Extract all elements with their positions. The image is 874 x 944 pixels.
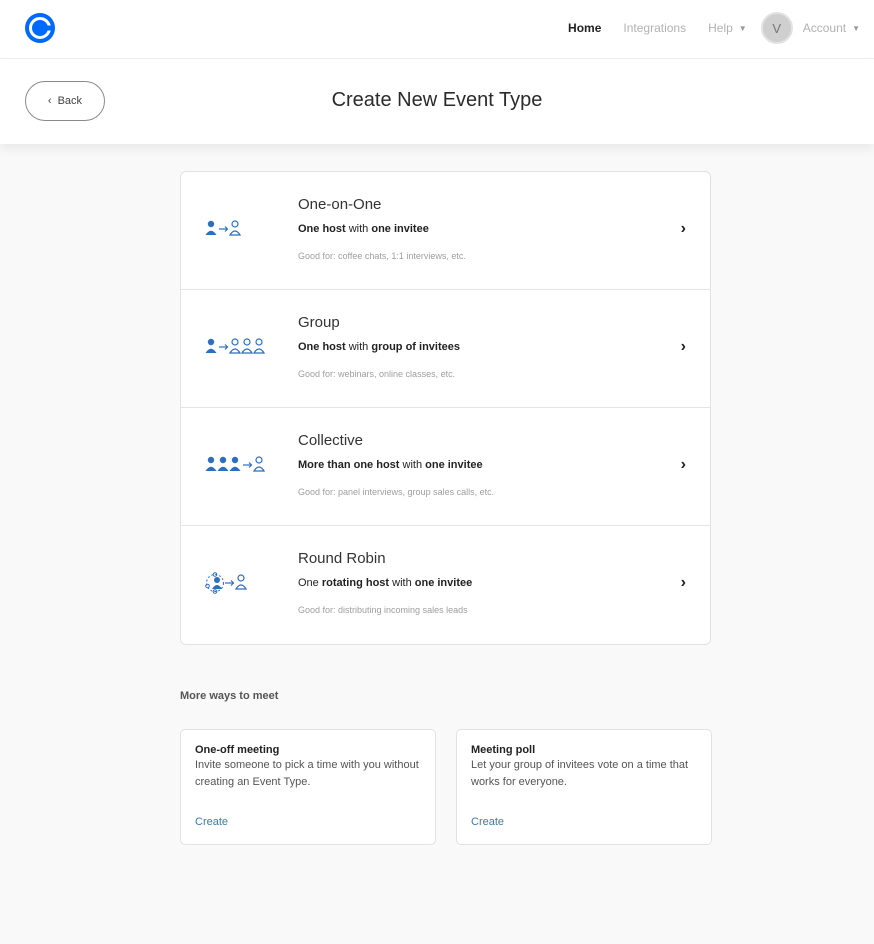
card-description: Invite someone to pick a time with you w… [195,759,419,788]
nav-account-menu[interactable]: Account ▼ [803,21,860,35]
event-type-round-robin[interactable]: Round Robin One rotating host with one i… [181,526,710,644]
caret-down-icon: ▼ [852,23,860,33]
event-type-good-for: Good for: coffee chats, 1:1 interviews, … [298,251,466,261]
card-description: Let your group of invitees vote on a tim… [471,759,689,788]
caret-down-icon: ▼ [738,23,747,33]
event-type-name: Collective [298,432,364,449]
event-type-name: Group [298,314,340,331]
chevron-right-icon: › [680,574,686,591]
card-title: One-off meeting [195,744,280,756]
chevron-right-icon: › [680,220,686,237]
nav-help-menu[interactable]: Help ▼ [708,21,747,35]
one-off-meeting-card: One-off meeting Invite someone to pick a… [180,729,436,845]
page-header: ‹ Back Create New Event Type [0,58,874,144]
event-type-description: More than one host with one invitee [298,459,483,471]
nav-help-label: Help [708,21,733,35]
event-types-list: One-on-One One host with one invitee Goo… [180,171,711,645]
event-type-good-for: Good for: panel interviews, group sales … [298,487,495,497]
event-type-one-on-one[interactable]: One-on-One One host with one invitee Goo… [181,172,710,290]
event-type-group[interactable]: Group One host with group of invitees Go… [181,290,710,408]
meeting-poll-card: Meeting poll Let your group of invitees … [456,729,712,845]
nav-home-link[interactable]: Home [568,21,601,35]
card-title: Meeting poll [471,744,536,756]
page-title: Create New Event Type [331,89,543,111]
event-type-description: One host with one invitee [298,223,429,235]
more-ways-heading: More ways to meet [180,690,279,702]
event-type-collective[interactable]: Collective More than one host with one i… [181,408,710,526]
collective-icon [205,456,266,472]
nav-integrations-link[interactable]: Integrations [623,21,686,35]
create-one-off-link[interactable]: Create [195,816,228,828]
top-navbar: Home Integrations Help ▼ V Account ▼ [0,0,874,58]
event-type-good-for: Good for: distributing incoming sales le… [298,605,468,615]
event-type-name: One-on-One [298,196,382,213]
event-type-name: Round Robin [298,550,386,567]
one-on-one-icon [205,220,242,236]
nav-account-label: Account [802,21,847,35]
nav-links: Home Integrations Help ▼ V Account ▼ [568,10,860,46]
create-meeting-poll-link[interactable]: Create [471,816,504,828]
event-type-good-for: Good for: webinars, online classes, etc. [298,369,456,379]
avatar[interactable]: V [760,12,793,44]
event-type-description: One rotating host with one invitee [298,577,473,589]
calendly-logo-icon[interactable] [24,12,56,44]
round-robin-icon [205,572,248,594]
chevron-right-icon: › [680,338,686,355]
event-type-description: One host with group of invitees [298,341,460,353]
chevron-right-icon: › [680,456,686,473]
group-icon [205,338,266,354]
